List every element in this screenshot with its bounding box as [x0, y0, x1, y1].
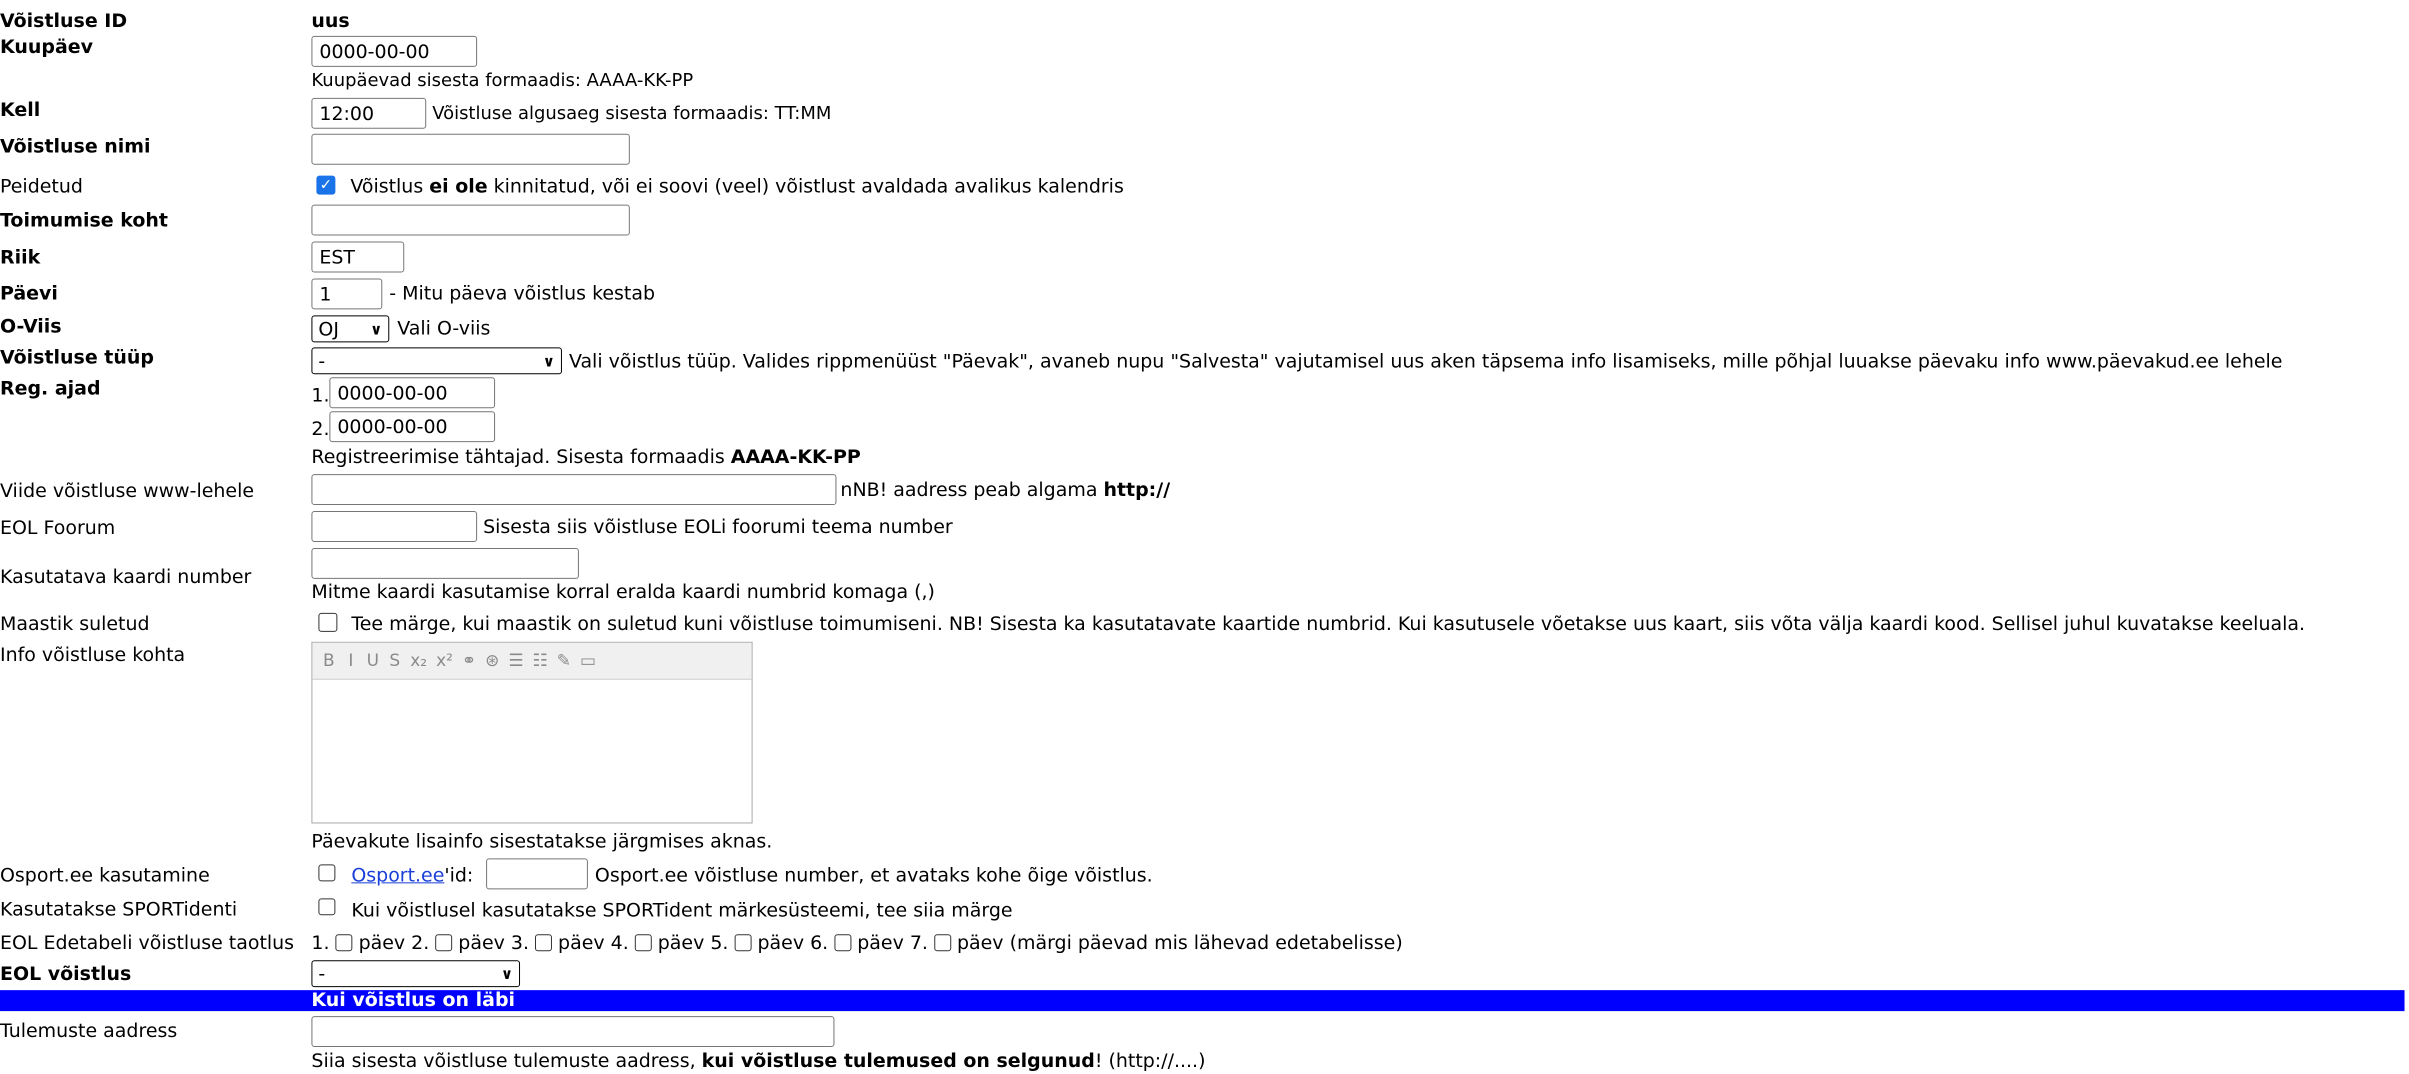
time-hint: Võistluse algusaeg sisesta formaadis: TT…: [432, 102, 832, 124]
ranking-day-3-checkbox[interactable]: [535, 934, 553, 952]
competition-id-value: uus: [311, 9, 350, 32]
html-icon[interactable]: ▭: [580, 651, 596, 671]
results-input[interactable]: [311, 1016, 835, 1048]
results-label: Tulemuste aadress: [0, 1020, 178, 1043]
strikethrough-icon[interactable]: S: [388, 651, 401, 671]
hidden-label: Peidetud: [0, 175, 83, 198]
location-input[interactable]: [311, 204, 630, 236]
eol-competition-label: EOL võistlus: [0, 963, 132, 986]
info-note: Päevakute lisainfo sisestatakse järgmise…: [311, 830, 773, 853]
ranking-label: EOL Edetabeli võistluse taotlus: [0, 932, 295, 955]
superscript-icon[interactable]: x²: [436, 651, 453, 671]
chevron-down-icon: ∨: [542, 351, 555, 370]
reg-date-1-input[interactable]: [329, 377, 496, 409]
link-icon[interactable]: ⚭: [462, 651, 476, 671]
chevron-down-icon: ∨: [500, 964, 514, 983]
terrain-closed-label: Maastik suletud: [0, 612, 150, 635]
editor-toolbar: B I U S x₂ x² ⚭ ⊛ ☰ ☷ ✎ ▭: [312, 642, 752, 680]
reg-hint: Registreerimise tähtajad. Sisesta formaa…: [311, 446, 861, 469]
reg-label: Reg. ajad: [0, 377, 101, 400]
color-icon[interactable]: ✎: [557, 651, 571, 671]
name-input[interactable]: [311, 133, 630, 165]
eol-forum-hint: Sisesta siis võistluse EOLi foorumi teem…: [483, 516, 953, 538]
ranking-day-6-checkbox[interactable]: [834, 934, 852, 952]
terrain-closed-checkbox[interactable]: [318, 612, 338, 632]
reg-number-1: 1.: [311, 384, 330, 407]
bold-icon[interactable]: B: [322, 651, 335, 671]
oviis-select[interactable]: OJ ∨: [311, 315, 390, 343]
date-label: Kuupäev: [0, 35, 93, 58]
type-hint: Vali võistlus tüüp. Valides rippmenüüst …: [568, 350, 2283, 373]
numbered-list-icon[interactable]: ☷: [533, 651, 548, 671]
ranking-day-1-checkbox[interactable]: [335, 934, 353, 952]
location-label: Toimumise koht: [0, 209, 168, 232]
www-hint: nNB! aadress peab algama http://: [840, 479, 1171, 502]
name-label: Võistluse nimi: [0, 135, 151, 158]
sportident-text: Kui võistlusel kasutatakse SPORTident mä…: [351, 899, 1013, 922]
time-label: Kell: [0, 98, 41, 121]
sportident-label: Kasutatakse SPORTidenti: [0, 898, 238, 921]
chevron-down-icon: ∨: [370, 319, 383, 338]
eol-competition-select[interactable]: - ∨: [311, 960, 521, 988]
ranking-day-4-checkbox[interactable]: [634, 934, 652, 952]
date-input[interactable]: [311, 35, 478, 67]
info-label: Info võistluse kohta: [0, 643, 186, 666]
www-input[interactable]: [311, 474, 837, 506]
osport-hint: Osport.ee võistluse number, et avataks k…: [594, 864, 1153, 887]
unlink-icon[interactable]: ⊛: [485, 651, 499, 671]
results-hint: Siia sisesta võistluse tulemuste aadress…: [311, 1050, 1206, 1072]
reg-number-2: 2.: [311, 418, 330, 441]
subscript-icon[interactable]: x₂: [410, 651, 427, 671]
ranking-day-5-checkbox[interactable]: [734, 934, 752, 952]
time-input[interactable]: [311, 97, 427, 129]
osport-checkbox[interactable]: [318, 864, 336, 882]
info-editor[interactable]: B I U S x₂ x² ⚭ ⊛ ☰ ☷ ✎ ▭: [311, 641, 753, 824]
days-input[interactable]: [311, 278, 383, 310]
sportident-checkbox[interactable]: [318, 898, 336, 916]
days-label: Päevi: [0, 282, 58, 305]
map-number-hint: Mitme kaardi kasutamise korral eralda ka…: [311, 580, 935, 603]
bulleted-list-icon[interactable]: ☰: [508, 651, 523, 671]
osport-link[interactable]: Osport.ee: [351, 864, 444, 886]
hidden-text: Võistlus ei ole kinnitatud, või ei soovi…: [350, 175, 1124, 198]
oviis-hint: Vali O-viis: [397, 317, 491, 340]
terrain-closed-text: Tee märge, kui maastik on suletud kuni v…: [351, 612, 2306, 635]
osport-label: Osport.ee kasutamine: [0, 864, 210, 887]
www-label: Viide võistluse www-lehele: [0, 480, 255, 503]
eol-forum-label: EOL Foorum: [0, 517, 116, 539]
ranking-day-7-checkbox[interactable]: [933, 934, 951, 952]
country-label: Riik: [0, 246, 41, 269]
osport-link-wrap: Osport.ee'id:: [351, 864, 474, 887]
section-title: Kui võistlus on läbi: [311, 989, 516, 1012]
italic-icon[interactable]: I: [344, 651, 357, 671]
eol-forum-input[interactable]: [311, 511, 478, 542]
ranking-days: 1. päev 2. päev 3. päev 4. päev 5. päev …: [311, 932, 1403, 955]
section-bar: Kui võistlus on läbi: [0, 989, 2405, 1012]
ranking-day-2-checkbox[interactable]: [435, 934, 453, 952]
map-number-label: Kasutatava kaardi number: [0, 565, 252, 588]
map-number-input[interactable]: [311, 547, 579, 579]
type-label: Võistluse tüüp: [0, 346, 154, 369]
osport-input[interactable]: [486, 858, 588, 890]
country-input[interactable]: [311, 241, 405, 273]
date-hint: Kuupäevad sisesta formaadis: AAAA-KK-PP: [311, 69, 694, 91]
underline-icon[interactable]: U: [366, 651, 379, 671]
oviis-label: O-Viis: [0, 315, 62, 338]
competition-id-label: Võistluse ID: [0, 9, 128, 32]
reg-date-2-input[interactable]: [329, 411, 496, 443]
type-select[interactable]: - ∨: [311, 347, 562, 375]
hidden-checkbox[interactable]: ✓: [316, 175, 336, 195]
days-hint: - Mitu päeva võistlus kestab: [389, 282, 656, 305]
